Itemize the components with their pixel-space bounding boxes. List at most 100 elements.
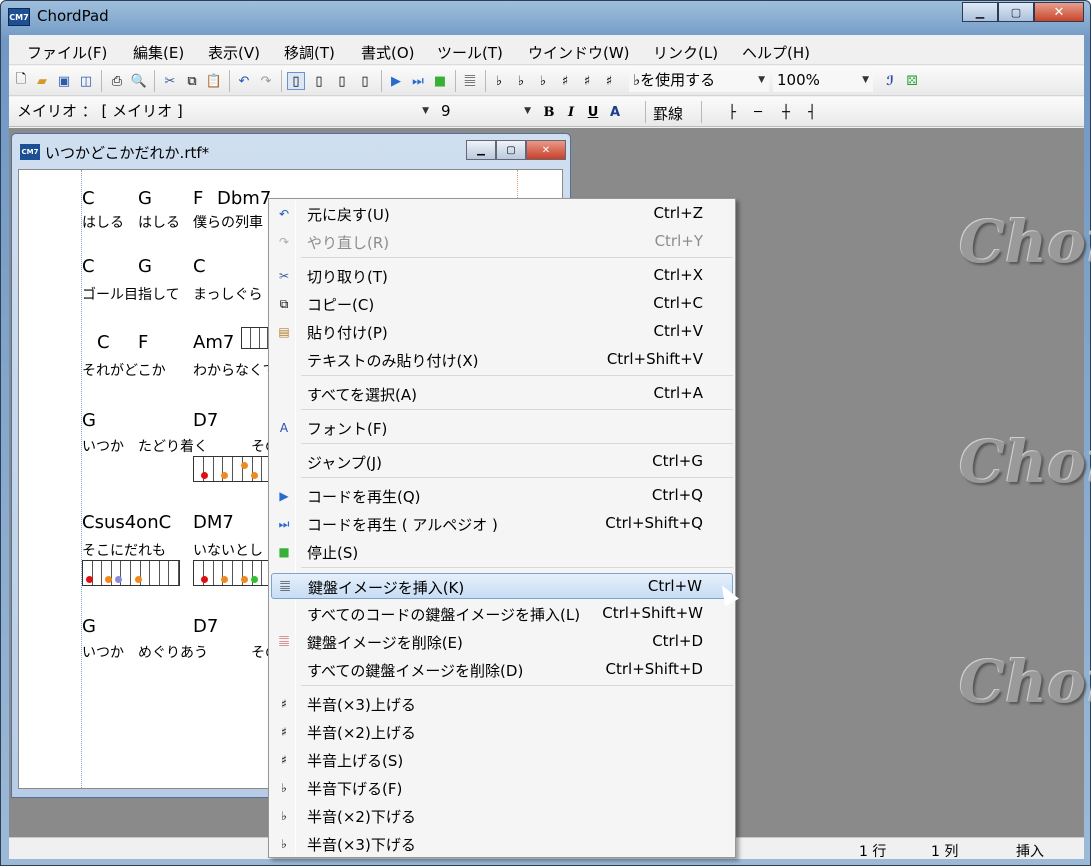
script-icon[interactable]: ℐ	[881, 72, 899, 90]
copy-icon[interactable]: ⧉	[183, 72, 201, 90]
play-arpeggio-icon[interactable]: ⏭	[409, 72, 427, 90]
flat2-icon[interactable]: ♭	[512, 72, 530, 90]
print-preview-icon[interactable]: 🔍	[130, 72, 148, 90]
context-menu-item[interactable]: ♯ 半音(×3)上げる	[271, 691, 733, 717]
context-menu-shortcut: Ctrl+D	[652, 632, 703, 650]
underline-button[interactable]: U	[584, 103, 602, 121]
context-menu-item[interactable]: ⏭ コードを再生 ( アルペジオ ) Ctrl+Shift+Q	[271, 511, 733, 537]
stop-icon[interactable]: ■	[431, 72, 449, 90]
sharp3-icon[interactable]: ♯	[600, 72, 618, 90]
context-menu-item[interactable]: ▤ 貼り付け(P) Ctrl+V	[271, 319, 733, 345]
save-all-icon[interactable]: ◫	[77, 72, 95, 90]
context-menu-item[interactable]: ↶ 元に戻す(U) Ctrl+Z	[271, 201, 733, 227]
doc-restore-button[interactable]: ▢	[496, 140, 526, 160]
context-menu-item[interactable]: すべての鍵盤イメージを削除(D) Ctrl+Shift+D	[271, 657, 733, 683]
context-menu-item[interactable]: ♯ 半音上げる(S)	[271, 747, 733, 773]
context-menu-item[interactable]: ♯ 半音(×2)上げる	[271, 719, 733, 745]
context-menu-item[interactable]: ♭ 半音(×3)下げる	[271, 831, 733, 857]
chord: F	[193, 188, 204, 209]
sharp-icon[interactable]: ♯	[556, 72, 574, 90]
music-sheet-icon[interactable]: ⚄	[903, 72, 921, 90]
rule-right-icon[interactable]: ┤	[803, 103, 821, 121]
menu-separator	[301, 477, 733, 478]
menu-help[interactable]: ヘルプ(H)	[742, 42, 810, 63]
new-file-icon[interactable]: 🗋	[12, 72, 30, 90]
keyboard-icon[interactable]: 𝄚	[461, 72, 479, 90]
flat-sharp-combo[interactable]: ♭を使用する ▼	[629, 70, 769, 92]
layout2-icon[interactable]: ▯	[310, 72, 328, 90]
doc-minimize-button[interactable]: ▁	[466, 140, 496, 160]
context-menu-item[interactable]: A フォント(F)	[271, 415, 733, 441]
menu-link[interactable]: リンク(L)	[653, 42, 718, 63]
close-button[interactable]: ✕	[1034, 2, 1084, 22]
title-bar[interactable]: CM7 ChordPad ▁ ▢ ✕	[1, 1, 1090, 33]
menu-window[interactable]: ウインドウ(W)	[528, 42, 630, 63]
paste-icon: ▤	[278, 325, 290, 339]
menu-file[interactable]: ファイル(F)	[27, 42, 107, 63]
bold-button[interactable]: B	[540, 103, 558, 121]
status-line: 1 行	[859, 844, 887, 860]
rule-cross-icon[interactable]: ┼	[777, 103, 795, 121]
context-menu-item[interactable]: 𝄚 鍵盤イメージを削除(E) Ctrl+D	[271, 629, 733, 655]
keyboard-image	[193, 560, 273, 586]
sharp2-icon[interactable]: ♯	[578, 72, 596, 90]
flat-icon[interactable]: ♭	[534, 72, 552, 90]
context-menu-label: フォント(F)	[307, 420, 388, 438]
context-menu-item[interactable]: すべてを選択(A) Ctrl+A	[271, 381, 733, 407]
flat3-icon[interactable]: ♭	[490, 72, 508, 90]
context-menu-item[interactable]: 𝄚 鍵盤イメージを挿入(K) Ctrl+W	[271, 573, 733, 599]
context-menu-item[interactable]: すべてのコードの鍵盤イメージを挿入(L) Ctrl+Shift+W	[271, 601, 733, 627]
paste-icon[interactable]: 📋	[205, 72, 223, 90]
lyric: たどり着く	[138, 439, 208, 455]
context-menu-item[interactable]: テキストのみ貼り付け(X) Ctrl+Shift+V	[271, 347, 733, 373]
menu-tools[interactable]: ツール(T)	[437, 42, 503, 63]
context-menu-shortcut: Ctrl+Q	[651, 486, 703, 504]
layout4-icon[interactable]: ▯	[356, 72, 374, 90]
context-menu-shortcut: Ctrl+C	[653, 294, 703, 312]
undo-icon[interactable]: ↶	[235, 72, 253, 90]
zoom-combo[interactable]: 100% ▼	[773, 70, 873, 92]
italic-button[interactable]: I	[562, 103, 580, 121]
menu-transpose[interactable]: 移調(T)	[284, 42, 335, 63]
open-folder-icon[interactable]: ▰	[33, 72, 51, 90]
chord: Am7	[193, 332, 235, 353]
save-icon[interactable]: ▣	[55, 72, 73, 90]
context-menu-item[interactable]: ⧉ コピー(C) Ctrl+C	[271, 291, 733, 317]
redo-icon: ↷	[278, 235, 290, 249]
stop-icon: ■	[278, 545, 290, 559]
keyboard-image	[193, 456, 273, 482]
font-size-combo[interactable]: 9 ▼	[437, 101, 535, 123]
maximize-button[interactable]: ▢	[998, 2, 1034, 22]
doc-close-button[interactable]: ✕	[526, 140, 566, 160]
text-color-icon[interactable]: A	[606, 103, 624, 121]
rule-horizontal-icon[interactable]: ─	[749, 103, 767, 121]
context-menu-item[interactable]: ♭ 半音下げる(F)	[271, 775, 733, 801]
layout3-icon[interactable]: ▯	[333, 72, 351, 90]
print-icon[interactable]: ⎙	[108, 72, 126, 90]
context-menu-label: 半音(×3)上げる	[307, 696, 416, 714]
play-icon[interactable]: ▶	[387, 72, 405, 90]
context-menu-item[interactable]: ↷ やり直し(R) Ctrl+Y	[271, 229, 733, 255]
status-column: 1 列	[931, 844, 959, 860]
font-combo[interactable]: メイリオ ： [ メイリオ ] ▼	[13, 101, 433, 123]
context-menu-item[interactable]: ジャンプ(J) Ctrl+G	[271, 449, 733, 475]
menu-view[interactable]: 表示(V)	[208, 42, 260, 63]
lyric: めぐりあう	[138, 645, 208, 661]
watermark-1: ChordPad	[959, 208, 1091, 276]
layout1-icon[interactable]: ▯	[287, 72, 305, 90]
document-icon: CM7	[20, 144, 40, 160]
context-menu-item[interactable]: ■ 停止(S)	[271, 539, 733, 565]
context-menu-item[interactable]: ♭ 半音(×2)下げる	[271, 803, 733, 829]
menu-edit[interactable]: 編集(E)	[133, 42, 184, 63]
redo-icon[interactable]: ↷	[257, 72, 275, 90]
context-menu-item[interactable]: ✂ 切り取り(T) Ctrl+X	[271, 263, 733, 289]
context-menu-item[interactable]: ▶ コードを再生(Q) Ctrl+Q	[271, 483, 733, 509]
cut-icon[interactable]: ✂	[161, 72, 179, 90]
context-menu-label: 元に戻す(U)	[307, 206, 390, 224]
rule-left-icon[interactable]: ├	[723, 103, 741, 121]
context-menu-label: 半音(×2)上げる	[307, 724, 416, 742]
context-menu-shortcut: Ctrl+Y	[654, 232, 703, 250]
menu-separator	[301, 257, 733, 258]
menu-format[interactable]: 書式(O)	[361, 42, 415, 63]
minimize-button[interactable]: ▁	[962, 2, 998, 22]
